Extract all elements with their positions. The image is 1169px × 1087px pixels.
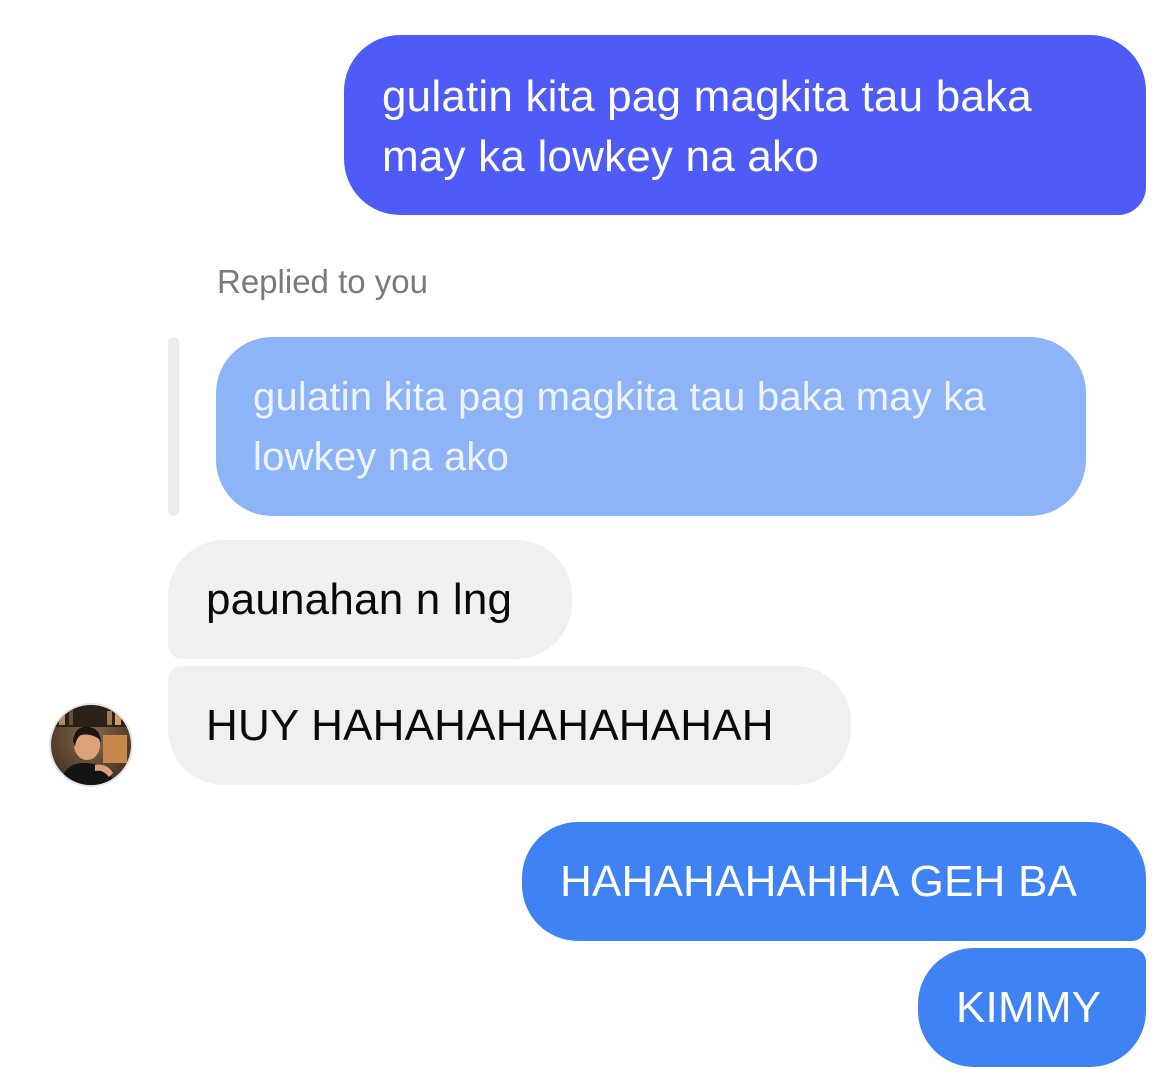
contact-avatar[interactable] <box>49 703 133 787</box>
avatar-photo-icon <box>51 705 131 785</box>
quoted-message-bubble[interactable]: gulatin kita pag magkita tau baka may ka… <box>216 337 1086 516</box>
reply-label: Replied to you <box>217 263 428 300</box>
received-message-bubble[interactable]: HUY HAHAHAHAHAHAHAH <box>168 666 851 785</box>
received-message-bubble[interactable]: paunahan n lng <box>168 540 572 659</box>
sent-message-bubble[interactable]: HAHAHAHAHHA GEH BA <box>522 822 1146 941</box>
sent-message-bubble[interactable]: gulatin kita pag magkita tau baka may ka… <box>344 35 1146 215</box>
reply-indicator-bar <box>168 337 179 516</box>
sent-message-bubble[interactable]: KIMMY <box>918 948 1146 1067</box>
